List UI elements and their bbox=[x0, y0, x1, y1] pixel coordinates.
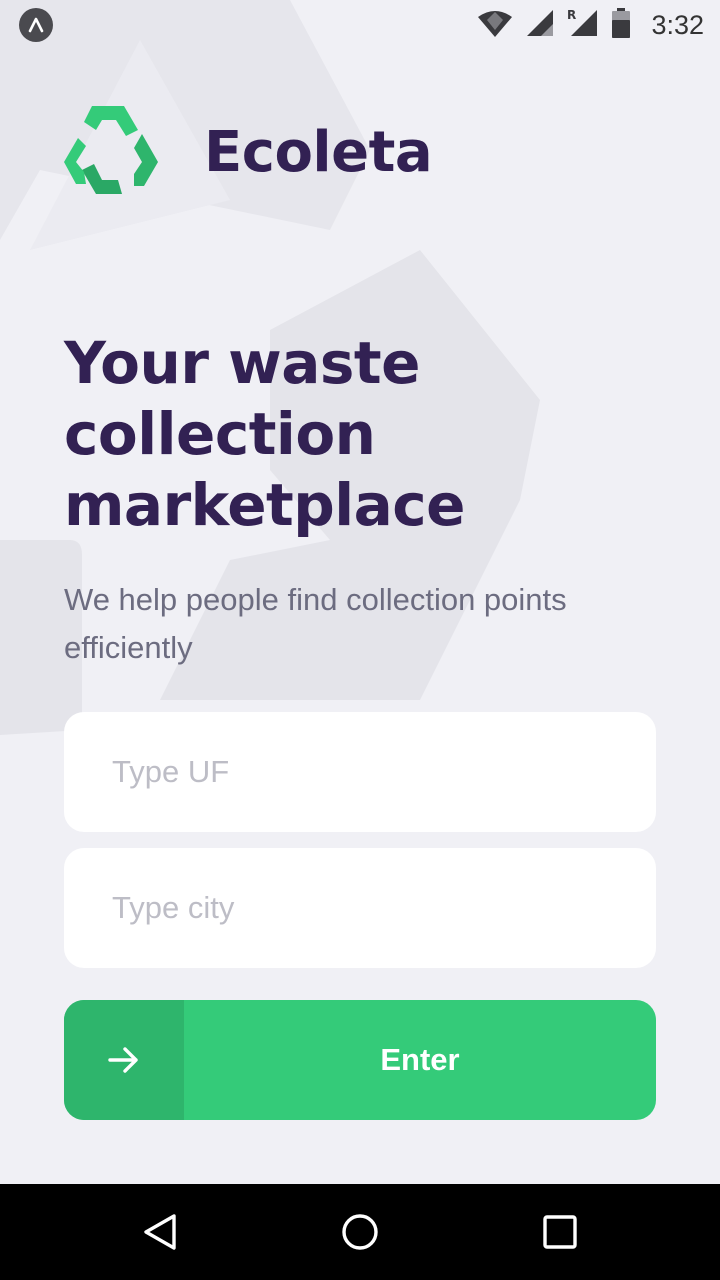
wifi-icon bbox=[477, 8, 513, 43]
roaming-signal-icon: R bbox=[567, 8, 599, 43]
arrow-right-icon bbox=[64, 1000, 184, 1120]
enter-label: Enter bbox=[380, 1042, 460, 1077]
recycle-icon bbox=[62, 104, 160, 201]
enter-button[interactable]: Enter bbox=[64, 1000, 656, 1120]
navigation-bar bbox=[0, 1184, 720, 1280]
brand-logo: Ecoleta bbox=[62, 104, 433, 201]
home-circle-icon[interactable] bbox=[336, 1208, 384, 1256]
svg-text:R: R bbox=[567, 8, 576, 22]
title-line: collection bbox=[64, 400, 376, 468]
uf-input[interactable] bbox=[64, 712, 656, 832]
clock: 3:32 bbox=[651, 9, 704, 40]
city-input[interactable] bbox=[64, 848, 656, 968]
signal-icon bbox=[525, 8, 555, 43]
title-line: Your waste bbox=[64, 329, 420, 397]
page-subtitle: We help people find collection points ef… bbox=[64, 582, 567, 665]
title-line: marketplace bbox=[64, 471, 466, 539]
page-title: Your waste collection marketplace bbox=[64, 328, 624, 541]
brand-name: Ecoleta bbox=[204, 120, 433, 185]
battery-icon bbox=[611, 7, 631, 43]
status-bar: R 3:32 bbox=[0, 0, 720, 50]
recents-square-icon[interactable] bbox=[536, 1208, 584, 1256]
expo-icon bbox=[19, 8, 53, 42]
back-triangle-icon[interactable] bbox=[136, 1208, 184, 1256]
